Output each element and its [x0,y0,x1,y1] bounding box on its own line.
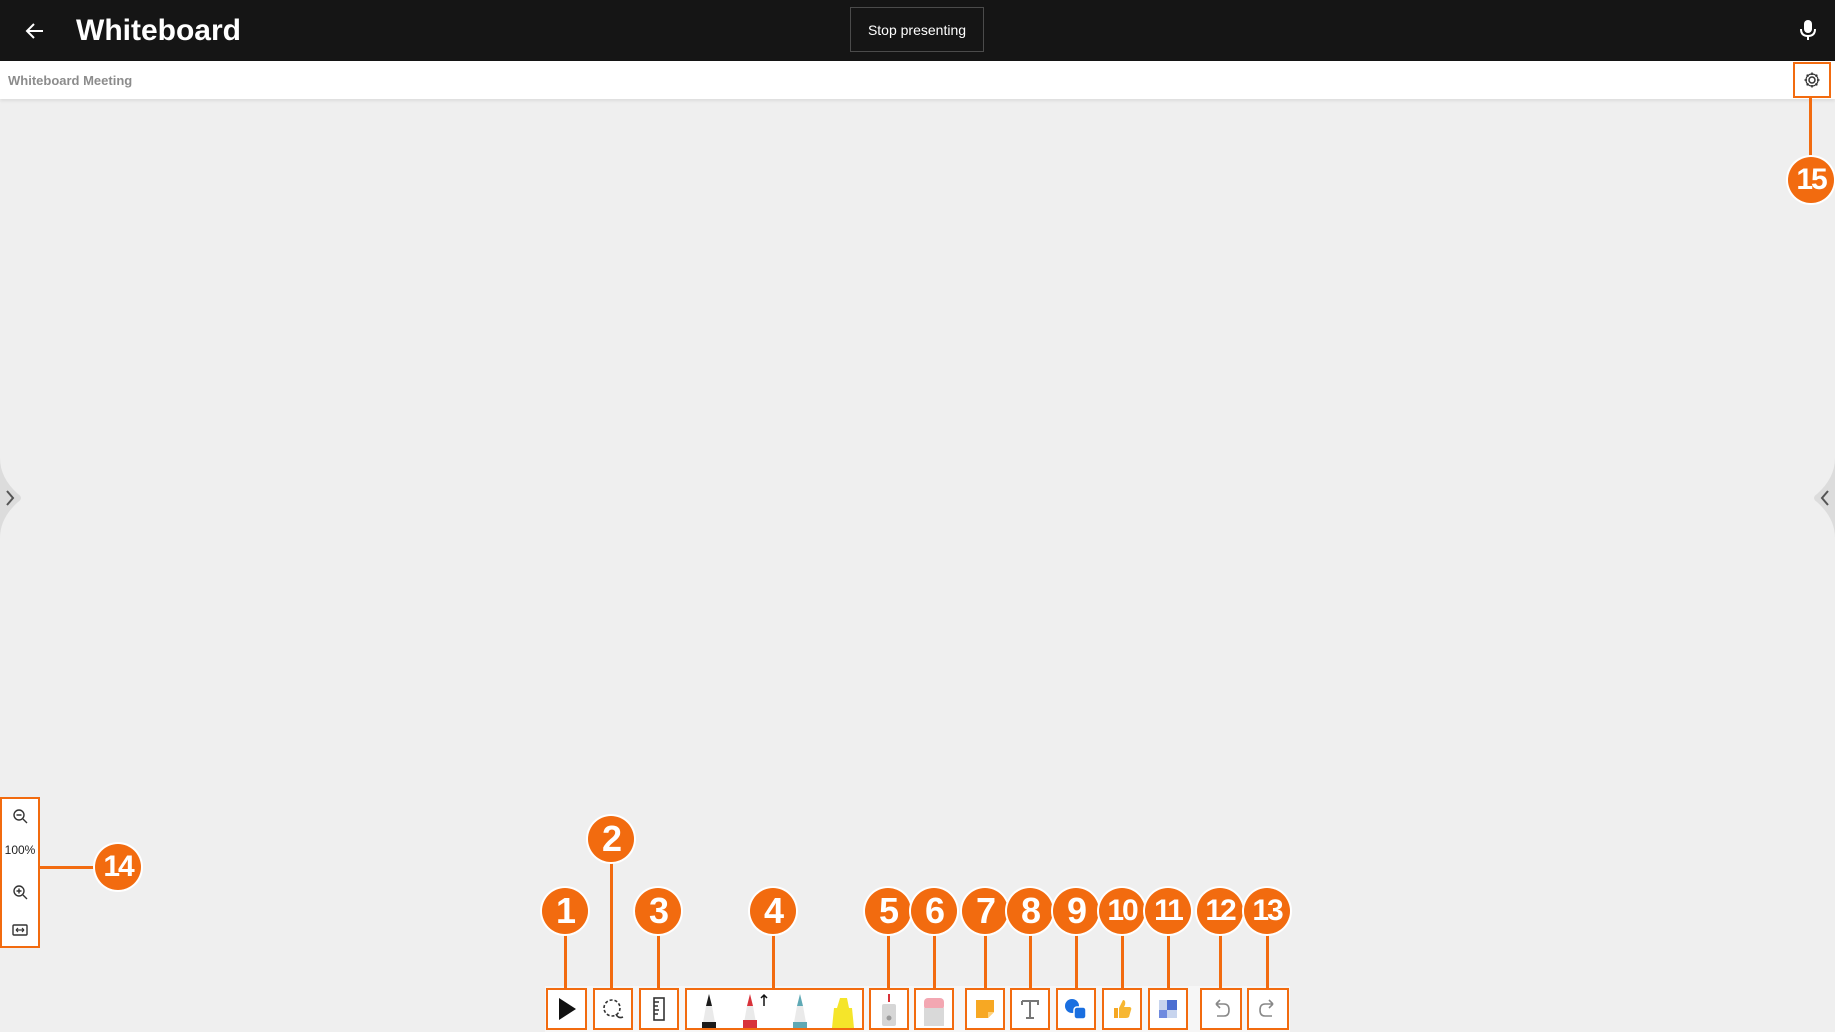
callout-badge: 15 [1788,157,1834,203]
eraser-button[interactable] [914,988,954,1030]
ruler-icon [653,997,665,1021]
red-pen-button[interactable] [735,992,775,1028]
callout-badge: 14 [95,844,141,890]
callout-badge: 12 [1197,888,1243,934]
callout-leader [887,934,890,989]
templates-button[interactable] [1148,988,1188,1030]
zoom-in-icon [13,885,28,900]
callout-leader [1219,934,1222,989]
teal-pen-button[interactable] [780,992,820,1028]
expand-right-panel-button[interactable] [1809,458,1835,538]
lasso-icon [603,999,624,1019]
meeting-bar: Whiteboard Meeting [0,61,1835,99]
pointer-arrow-icon [558,998,576,1020]
zoom-level: 100% [4,843,36,857]
callout-leader [40,866,100,869]
expand-left-panel-button[interactable] [0,458,26,538]
highlighter-button[interactable] [823,992,863,1028]
teal-pen-icon [793,994,807,1028]
callout-leader [1167,934,1170,989]
sticky-note-button[interactable] [965,988,1005,1030]
sticky-note-icon [976,1000,994,1018]
pens-group [685,988,864,1030]
black-pen-button[interactable] [689,992,729,1028]
yellow-highlighter-icon [832,998,854,1028]
black-pen-icon [702,994,716,1028]
shapes-button[interactable] [1056,988,1096,1030]
text-icon [1021,1000,1039,1019]
templates-icon [1159,1000,1177,1018]
callout-badge: 3 [635,888,681,934]
zoom-out-button[interactable] [2,801,38,831]
meeting-title: Whiteboard Meeting [8,73,133,88]
fit-to-screen-button[interactable] [2,915,38,945]
callout-leader [610,862,613,989]
lasso-tool-button[interactable] [593,988,633,1030]
callout-leader [1075,934,1078,989]
callout-leader [933,934,936,989]
stroke-eraser-button[interactable] [869,988,909,1030]
callout-badge: 6 [911,888,957,934]
callout-badge: 8 [1007,888,1053,934]
callout-leader [1809,98,1812,160]
stroke-eraser-icon [882,994,896,1026]
callout-leader [984,934,987,989]
chevron-right-icon [0,458,21,538]
thumbs-up-icon [1114,1000,1132,1018]
callout-leader [1029,934,1032,989]
zoom-panel: 100% [0,797,40,948]
callout-badge: 2 [588,816,634,862]
callout-badge: 10 [1099,888,1145,934]
gear-icon [1804,72,1820,88]
callout-badge: 9 [1053,888,1099,934]
callout-badge: 11 [1145,888,1191,934]
microphone-icon [1800,20,1816,40]
chevron-left-icon [1814,458,1835,538]
fit-to-screen-icon [12,924,28,936]
callout-leader [657,934,660,989]
redo-icon [1259,999,1274,1017]
callout-badge: 1 [542,888,588,934]
redo-button[interactable] [1247,988,1289,1030]
callout-leader [1121,934,1124,989]
undo-icon [1215,999,1230,1017]
zoom-out-icon [13,809,28,824]
shapes-icon [1065,999,1087,1020]
callout-badge: 5 [865,888,911,934]
callout-leader [564,934,567,989]
stop-presenting-button[interactable]: Stop presenting [850,7,984,52]
red-pen-icon [743,993,768,1028]
zoom-in-button[interactable] [2,877,38,907]
undo-button[interactable] [1200,988,1242,1030]
callout-badge: 13 [1244,888,1290,934]
whiteboard-canvas[interactable] [0,99,1835,1032]
microphone-button[interactable] [1794,16,1822,44]
back-button[interactable] [18,14,52,48]
eraser-icon [924,998,944,1026]
top-bar: Whiteboard Stop presenting [0,0,1835,61]
ruler-tool-button[interactable] [639,988,679,1030]
callout-leader [772,934,775,989]
app-title: Whiteboard [76,14,241,47]
reactions-button[interactable] [1102,988,1142,1030]
arrow-left-icon [25,23,43,39]
settings-button[interactable] [1793,62,1831,98]
callout-leader [1266,934,1269,989]
callout-badge: 4 [750,888,796,934]
callout-badge: 7 [962,888,1008,934]
text-tool-button[interactable] [1010,988,1050,1030]
select-tool-button[interactable] [546,988,587,1030]
